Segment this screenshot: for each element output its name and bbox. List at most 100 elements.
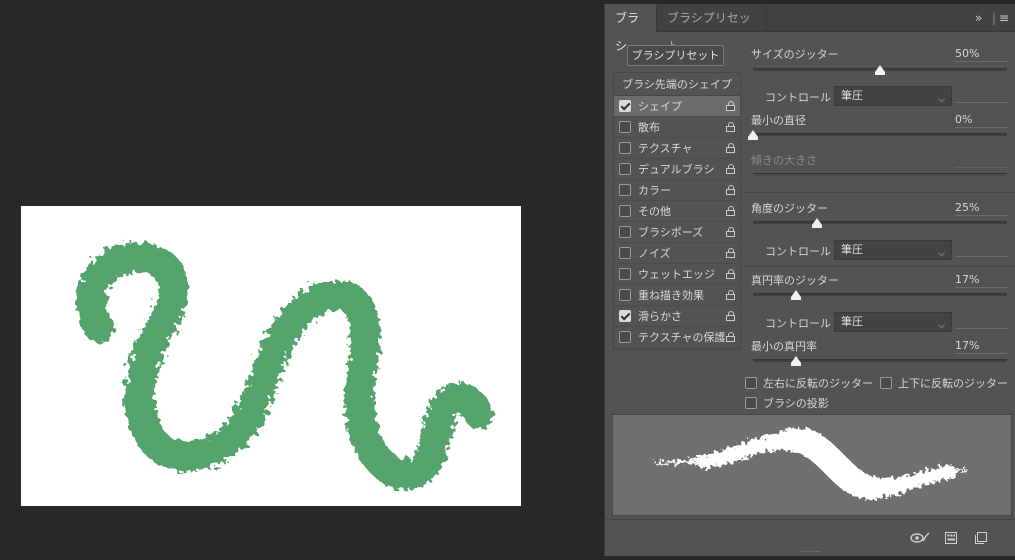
lock-icon[interactable] <box>726 206 735 216</box>
brush-setting-item[interactable]: カラー <box>614 180 740 201</box>
roundness-jitter-label: 真円率のジッター <box>751 274 839 287</box>
flip-x-checkbox[interactable] <box>745 377 757 389</box>
min-diameter-thumb[interactable] <box>748 130 758 140</box>
panel-footer <box>605 519 1015 556</box>
angle-control-field <box>955 256 1009 257</box>
brush-setting-item[interactable]: ブラシポーズ <box>614 222 740 243</box>
setting-checkbox[interactable] <box>619 247 631 259</box>
brush-setting-item[interactable]: テクスチャ <box>614 138 740 159</box>
section-divider <box>745 266 1015 267</box>
size-jitter-value[interactable]: 50% <box>955 47 1009 62</box>
flip-y-checkbox[interactable] <box>880 377 892 389</box>
roundness-jitter-value[interactable]: 17% <box>955 273 1009 288</box>
tilt-scale-field <box>955 167 1009 168</box>
projection-checkbox[interactable] <box>745 397 757 409</box>
workspace <box>0 0 604 560</box>
panel-tabbar: ブラシ ブラシプリセット » | ≡ <box>605 4 1015 53</box>
collapse-arrows-icon[interactable]: » <box>975 11 982 25</box>
chevron-down-icon: ⌵ <box>938 249 945 259</box>
brush-setting-item[interactable]: 滑らかさ <box>614 306 740 327</box>
setting-checkbox[interactable] <box>619 142 631 154</box>
setting-checkbox[interactable] <box>619 310 631 322</box>
size-control-label: コントロール : <box>765 91 839 104</box>
setting-label: 散布 <box>638 121 660 134</box>
lock-icon[interactable] <box>726 227 735 237</box>
panel-menu-icon[interactable]: ≡ <box>999 11 1009 25</box>
min-roundness-slider[interactable] <box>753 356 1007 366</box>
chevron-down-icon: ⌵ <box>938 95 945 105</box>
resize-grip[interactable] <box>801 551 821 554</box>
size-control-select[interactable]: 筆圧 ⌵ <box>834 86 952 106</box>
brush-projection-option[interactable]: ブラシの投影 <box>745 395 829 411</box>
lock-icon[interactable] <box>726 311 735 321</box>
roundness-control-select[interactable]: 筆圧 ⌵ <box>834 312 952 332</box>
setting-label: デュアルブラシ <box>638 163 715 176</box>
brush-setting-item[interactable]: その他 <box>614 201 740 222</box>
size-jitter-label: サイズのジッター <box>751 48 839 61</box>
roundness-control-value: 筆圧 <box>841 315 863 328</box>
lock-icon[interactable] <box>726 185 735 195</box>
setting-label: シェイプ <box>638 100 682 113</box>
tab-brush[interactable]: ブラシ <box>605 4 657 53</box>
angle-control-value: 筆圧 <box>841 243 863 256</box>
setting-checkbox[interactable] <box>619 100 631 112</box>
setting-label: ブラシポーズ <box>638 226 704 239</box>
brush-setting-item[interactable]: デュアルブラシ <box>614 159 740 180</box>
angle-jitter-slider[interactable] <box>753 218 1007 228</box>
setting-checkbox[interactable] <box>619 226 631 238</box>
preview-stroke <box>655 427 967 500</box>
grid-icon[interactable] <box>945 532 957 544</box>
roundness-jitter-slider[interactable] <box>753 290 1007 300</box>
setting-checkbox[interactable] <box>619 163 631 175</box>
flip-x-jitter-option[interactable]: 左右に反転のジッター <box>745 375 873 391</box>
angle-control-select[interactable]: 筆圧 ⌵ <box>834 240 952 260</box>
lock-icon[interactable] <box>726 122 735 132</box>
brush-setting-item[interactable]: テクスチャの保護 <box>614 327 740 348</box>
min-diameter-label: 最小の直径 <box>751 114 806 127</box>
size-jitter-slider[interactable] <box>753 65 1007 75</box>
brush-setting-item[interactable]: 重ね描き効果 <box>614 285 740 306</box>
lock-icon[interactable] <box>726 290 735 300</box>
setting-checkbox[interactable] <box>619 331 631 343</box>
lock-icon[interactable] <box>726 332 735 342</box>
brush-setting-item[interactable]: シェイプ <box>614 96 740 117</box>
lock-icon[interactable] <box>726 248 735 258</box>
setting-checkbox[interactable] <box>619 205 631 217</box>
chevron-down-icon: ⌵ <box>938 321 945 331</box>
size-jitter-thumb[interactable] <box>875 65 885 75</box>
size-control-value: 筆圧 <box>841 89 863 102</box>
lock-icon[interactable] <box>726 143 735 153</box>
brush-setting-item[interactable]: ウェットエッジ <box>614 264 740 285</box>
brush-setting-item[interactable]: ノイズ <box>614 243 740 264</box>
setting-checkbox[interactable] <box>619 184 631 196</box>
min-roundness-value[interactable]: 17% <box>955 339 1009 354</box>
angle-jitter-thumb[interactable] <box>811 218 822 228</box>
flip-y-label: 上下に反転のジッター <box>898 377 1008 390</box>
brush-tip-shape-item[interactable]: ブラシ先端のシェイプ <box>614 73 740 96</box>
min-roundness-thumb[interactable] <box>791 356 802 366</box>
setting-label: ウェットエッジ <box>638 268 715 281</box>
brush-setting-item[interactable]: 散布 <box>614 117 740 138</box>
min-diameter-slider[interactable] <box>748 130 1007 140</box>
tab-separator: | <box>992 11 997 25</box>
setting-checkbox[interactable] <box>619 121 631 133</box>
brush-settings-list: ブラシ先端のシェイプ シェイプ散布テクスチャデュアルブラシカラー その他ブラシポー… <box>613 72 741 350</box>
roundness-jitter-thumb[interactable] <box>791 290 802 300</box>
flip-y-jitter-option[interactable]: 上下に反転のジッター <box>880 375 1008 391</box>
brush-stroke-preview <box>612 414 1012 516</box>
new-preset-icon[interactable] <box>975 532 987 544</box>
lock-icon[interactable] <box>726 164 735 174</box>
lock-icon[interactable] <box>726 269 735 279</box>
brush-presets-button[interactable]: ブラシプリセット <box>627 45 724 66</box>
document-canvas[interactable] <box>21 206 521 506</box>
setting-checkbox[interactable] <box>619 268 631 280</box>
lock-icon[interactable] <box>726 101 735 111</box>
min-diameter-value[interactable]: 0% <box>955 113 1009 128</box>
min-roundness-label: 最小の真円率 <box>751 340 817 353</box>
tab-brush-presets[interactable]: ブラシプリセット <box>657 4 767 53</box>
angle-jitter-value[interactable]: 25% <box>955 201 1009 216</box>
setting-checkbox[interactable] <box>619 289 631 301</box>
brush-panel: ブラシ ブラシプリセット » | ≡ ブラシプリセット ブラシ先端のシェイプ シ… <box>604 4 1015 556</box>
roundness-control-field <box>955 328 1009 329</box>
eye-toggle-icon[interactable] <box>910 532 930 544</box>
